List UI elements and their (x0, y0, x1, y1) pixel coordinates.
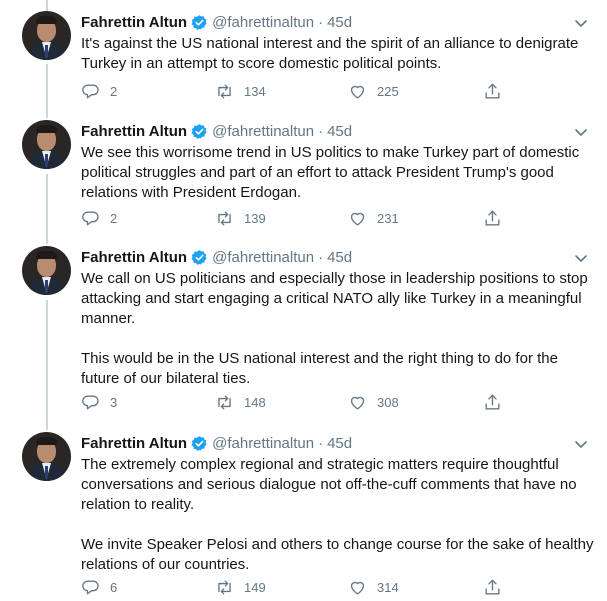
tweet-header: Fahrettin Altun @fahrettinaltun · 45d (81, 246, 352, 268)
separator: · (318, 248, 324, 266)
separator: · (318, 13, 324, 31)
avatar[interactable] (22, 120, 71, 169)
tweet-text: The extremely complex regional and strat… (81, 455, 596, 575)
share-button[interactable] (483, 208, 512, 228)
tweet-paragraph: We invite Speaker Pelosi and others to c… (81, 536, 594, 573)
author-handle[interactable]: @fahrettinaltun (212, 249, 314, 266)
chevron-down-icon[interactable] (572, 438, 590, 452)
tweet-actions: 6 149 314 (81, 577, 511, 597)
author-name[interactable]: Fahrettin Altun (81, 123, 187, 140)
tweet-paragraph: It's against the US national interest an… (81, 35, 579, 72)
tweet-paragraph: We see this worrisome trend in US politi… (81, 144, 580, 201)
like-button[interactable]: 308 (348, 392, 399, 412)
reply-icon (82, 579, 99, 594)
retweet-count: 139 (244, 210, 266, 226)
retweet-button[interactable]: 149 (215, 577, 266, 597)
like-button[interactable]: 231 (348, 208, 399, 228)
reply-button[interactable]: 2 (81, 208, 117, 228)
share-icon (485, 579, 500, 595)
share-icon (485, 83, 500, 99)
retweet-count: 149 (244, 579, 266, 595)
thread-line (46, 174, 48, 244)
reply-icon (82, 394, 99, 409)
author-handle[interactable]: @fahrettinaltun (212, 123, 314, 140)
verified-badge-icon (191, 435, 207, 451)
tweet-actions: 3 148 308 (81, 392, 511, 412)
chevron-down-icon[interactable] (572, 17, 590, 31)
author-name[interactable]: Fahrettin Altun (81, 435, 187, 452)
timestamp[interactable]: 45d (327, 249, 352, 266)
retweet-button[interactable]: 139 (215, 208, 266, 228)
like-count: 231 (377, 210, 399, 226)
share-icon (485, 210, 500, 226)
author-name[interactable]: Fahrettin Altun (81, 14, 187, 31)
avatar[interactable] (22, 432, 71, 481)
reply-button[interactable]: 6 (81, 577, 117, 597)
verified-badge-icon (191, 123, 207, 139)
heart-icon (350, 581, 365, 595)
separator: · (318, 434, 324, 452)
author-handle[interactable]: @fahrettinaltun (212, 14, 314, 31)
share-button[interactable] (483, 577, 512, 597)
heart-icon (350, 85, 365, 99)
timestamp[interactable]: 45d (327, 123, 352, 140)
thread-line (46, 300, 48, 430)
retweet-button[interactable]: 148 (215, 392, 266, 412)
reply-icon (82, 210, 99, 225)
like-button[interactable]: 225 (348, 81, 399, 101)
avatar[interactable] (22, 11, 71, 60)
retweet-icon (218, 210, 231, 226)
tweet-paragraph: We call on US politicians and especially… (81, 270, 588, 327)
reply-count: 2 (110, 210, 118, 226)
reply-icon (82, 83, 99, 98)
reply-button[interactable]: 3 (81, 392, 117, 412)
heart-icon (350, 212, 365, 226)
reply-count: 3 (110, 394, 118, 410)
tweet-text: It's against the US national interest an… (81, 34, 596, 74)
retweet-icon (218, 394, 231, 410)
retweet-icon (218, 83, 231, 99)
like-count: 308 (377, 394, 399, 410)
timestamp[interactable]: 45d (327, 435, 352, 452)
tweet-header: Fahrettin Altun @fahrettinaltun · 45d (81, 11, 352, 33)
avatar[interactable] (22, 246, 71, 295)
share-icon (485, 394, 500, 410)
author-handle[interactable]: @fahrettinaltun (212, 435, 314, 452)
heart-icon (350, 396, 365, 410)
like-count: 225 (377, 83, 399, 99)
like-count: 314 (377, 579, 399, 595)
chevron-down-icon[interactable] (572, 126, 590, 140)
chevron-down-icon[interactable] (572, 252, 590, 266)
share-button[interactable] (483, 392, 512, 412)
tweet-text: We see this worrisome trend in US politi… (81, 143, 596, 203)
thread-line (46, 64, 48, 118)
reply-count: 6 (110, 579, 118, 595)
like-button[interactable]: 314 (348, 577, 399, 597)
timestamp[interactable]: 45d (327, 14, 352, 31)
retweet-button[interactable]: 134 (215, 81, 266, 101)
tweet-paragraph: This would be in the US national interes… (81, 350, 558, 387)
author-name[interactable]: Fahrettin Altun (81, 249, 187, 266)
reply-button[interactable]: 2 (81, 81, 117, 101)
tweet-text: We call on US politicians and especially… (81, 269, 596, 389)
retweet-icon (218, 579, 231, 595)
retweet-count: 134 (244, 83, 266, 99)
tweet-header: Fahrettin Altun @fahrettinaltun · 45d (81, 432, 352, 454)
reply-count: 2 (110, 83, 118, 99)
tweet-paragraph: The extremely complex regional and strat… (81, 456, 577, 513)
verified-badge-icon (191, 249, 207, 265)
separator: · (318, 122, 324, 140)
tweet-actions: 2 139 231 (81, 208, 511, 228)
tweet-actions: 2 134 225 (81, 81, 511, 101)
retweet-count: 148 (244, 394, 266, 410)
share-button[interactable] (483, 81, 512, 101)
tweet-header: Fahrettin Altun @fahrettinaltun · 45d (81, 120, 352, 142)
verified-badge-icon (191, 14, 207, 30)
